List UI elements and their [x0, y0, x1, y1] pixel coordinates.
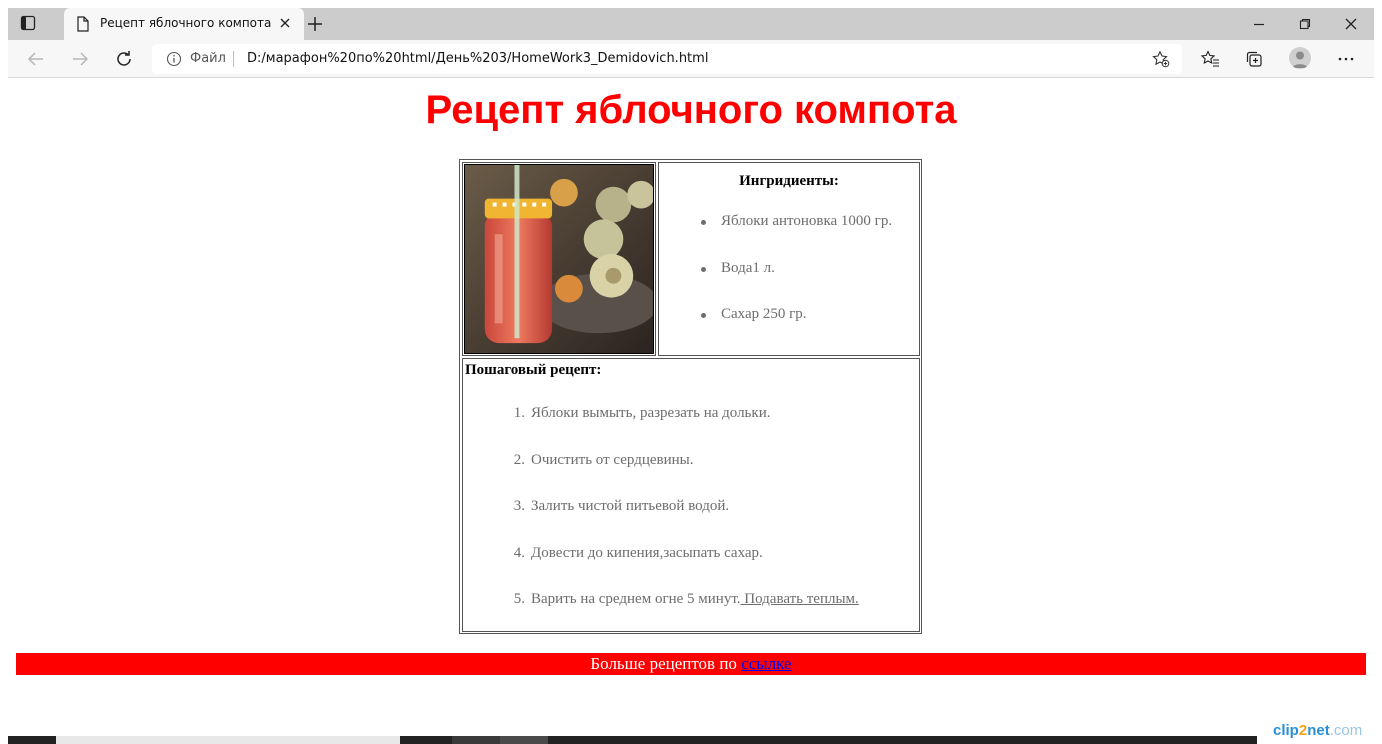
watermark-logo: clip2net.com — [1273, 722, 1362, 739]
add-favorite-icon[interactable] — [1152, 50, 1170, 73]
active-tab[interactable]: Рецепт яблочного компота — [64, 8, 304, 40]
tab-title: Рецепт яблочного компота — [100, 16, 272, 30]
footer-text: Больше рецептов по — [590, 654, 742, 673]
page-icon — [76, 16, 90, 37]
step-item: 3. Залить чистой питьевой водой. — [503, 498, 859, 545]
watermark-part: .com — [1329, 722, 1363, 739]
ingredient-item: Яблоки антоновка 1000 гр. — [700, 213, 892, 260]
step-text: Залить чистой питьевой водой. — [531, 498, 730, 515]
new-tab-button[interactable] — [306, 15, 324, 38]
step-number: 3. — [513, 498, 525, 515]
step-number: 1. — [513, 405, 525, 421]
window-close-icon[interactable] — [1343, 16, 1359, 32]
collections-icon[interactable] — [1244, 49, 1264, 69]
recipe-table: Ингридиенты: Яблоки антоновка 1000 гр. В… — [459, 159, 922, 634]
taskbar-segment — [452, 736, 500, 744]
taskbar-strip — [8, 736, 1257, 744]
serve-note: Подавать теплым. — [740, 591, 859, 608]
taskbar-segment — [56, 736, 400, 744]
tab-actions-icon[interactable] — [20, 15, 40, 33]
footer-bar: Больше рецептов по ссылке — [16, 653, 1366, 675]
step-number: 5. — [513, 591, 525, 608]
ingredient-item: Вода1 л. — [700, 260, 892, 307]
steps-list: 1. Яблоки вымыть, разрезать на дольки. 2.… — [503, 405, 859, 638]
watermark-part: clip — [1273, 722, 1299, 739]
tab-bar: Рецепт яблочного компота — [8, 8, 1374, 40]
refresh-icon[interactable] — [114, 49, 134, 69]
page-content: Рецепт яблочного компота Ингридиенты: Яб… — [8, 79, 1374, 736]
step-text: Варить на среднем огне 5 минут. — [531, 591, 741, 608]
address-url[interactable]: D:/марафон%20по%20html/День%203/HomeWork… — [247, 51, 708, 66]
step-text: Очистить от сердцевины. — [531, 451, 694, 468]
step-text: Довести до кипения,засыпать сахар. — [531, 544, 763, 561]
restore-icon[interactable] — [1297, 16, 1313, 32]
compote-photo — [464, 164, 654, 354]
minimize-icon[interactable] — [1251, 16, 1267, 32]
watermark-part: net — [1307, 722, 1330, 739]
address-separator — [233, 51, 234, 67]
ingredients-list: Яблоки антоновка 1000 гр. Вода1 л. Сахар… — [700, 213, 892, 353]
step-item: 4. Довести до кипения,засыпать сахар. — [503, 545, 859, 592]
steps-heading: Пошаговый рецепт: — [465, 362, 602, 378]
info-icon[interactable] — [166, 51, 182, 72]
forward-arrow-icon[interactable] — [70, 49, 90, 69]
address-bar[interactable]: Файл D:/марафон%20по%20html/День%203/Hom… — [152, 44, 1182, 74]
step-item: 1. Яблоки вымыть, разрезать на дольки. — [503, 405, 859, 452]
ingredients-cell: Ингридиенты: Яблоки антоновка 1000 гр. В… — [658, 162, 920, 356]
step-item: 2. Очистить от сердцевины. — [503, 452, 859, 499]
step-number: 2. — [513, 451, 525, 468]
back-arrow-icon[interactable] — [26, 49, 46, 69]
step-item: 5. Варить на среднем огне 5 минут. Подава… — [503, 591, 859, 638]
ingredient-item: Сахар 250 гр. — [700, 306, 892, 353]
step-text: Яблоки вымыть, разрезать на дольки. — [531, 405, 771, 421]
browser-toolbar: Файл D:/марафон%20по%20html/День%203/Hom… — [8, 40, 1374, 78]
page-title: Рецепт яблочного компота — [425, 88, 957, 132]
taskbar-segment — [500, 736, 548, 744]
more-recipes-link[interactable]: ссылке — [741, 654, 791, 673]
photo-cell — [462, 162, 656, 356]
favorites-icon[interactable] — [1200, 49, 1220, 69]
close-icon[interactable] — [278, 16, 292, 35]
steps-cell: Пошаговый рецепт: 1. Яблоки вымыть, разре… — [462, 358, 920, 632]
profile-icon[interactable] — [1289, 47, 1311, 69]
ingredients-heading: Ингридиенты: — [739, 173, 839, 189]
step-number: 4. — [513, 544, 525, 561]
more-icon[interactable] — [1336, 49, 1356, 69]
watermark-part: 2 — [1298, 722, 1308, 739]
address-scheme: Файл — [190, 51, 226, 66]
